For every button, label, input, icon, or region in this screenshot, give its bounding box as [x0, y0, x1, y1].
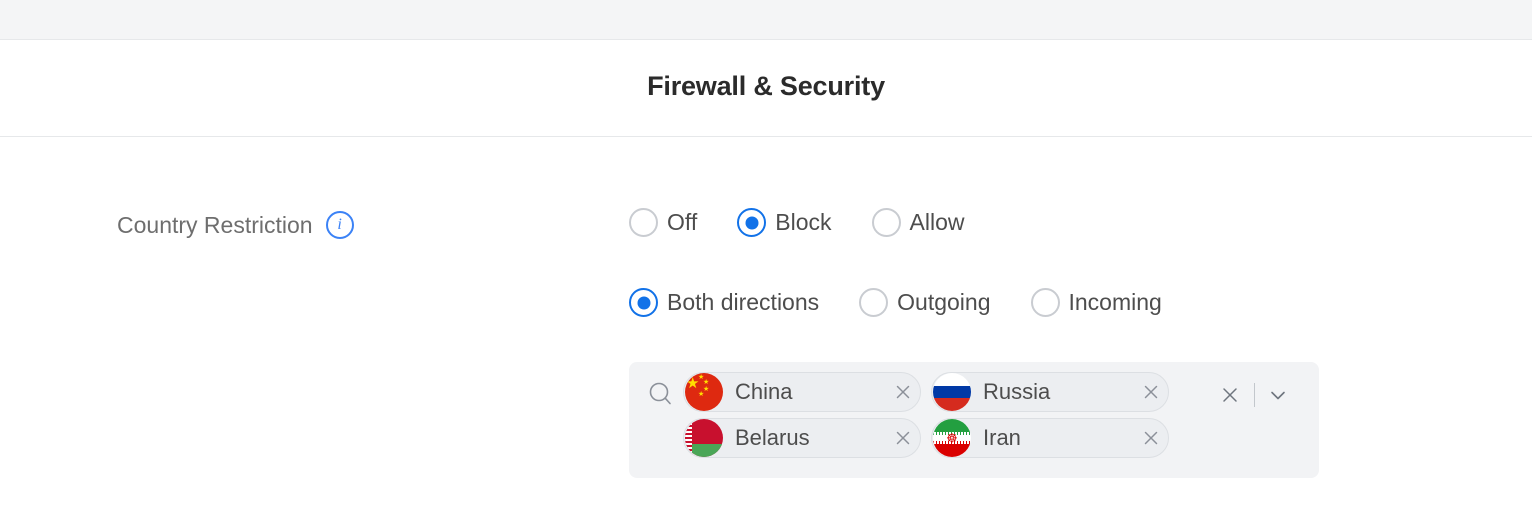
- search-icon: [647, 380, 675, 408]
- radio-circle-block[interactable]: [737, 208, 767, 237]
- country-chip-label: Russia: [983, 379, 1051, 404]
- radio-option-block[interactable]: Block: [737, 208, 832, 237]
- radio-option-incoming[interactable]: Incoming: [1030, 288, 1162, 317]
- radio-circle-both-directions[interactable]: [629, 288, 658, 317]
- country-chip-label: Belarus: [735, 425, 810, 450]
- chip-remove-icon-china[interactable]: [888, 373, 918, 411]
- radio-option-off[interactable]: Off: [629, 208, 697, 237]
- chip-row-2: Belarus ☸ Iran: [683, 418, 1253, 458]
- flag-icon-belarus: [685, 419, 723, 457]
- country-chip-china[interactable]: ★ ★ ★ ★ ★ China: [683, 372, 921, 412]
- actions-divider: [1254, 383, 1255, 407]
- radio-label-incoming: Incoming: [1068, 289, 1162, 315]
- country-multiselect[interactable]: ★ ★ ★ ★ ★ China Russia Belarus ☸ Iran: [629, 362, 1319, 478]
- chip-remove-icon-russia[interactable]: [1136, 373, 1166, 411]
- multiselect-actions: [1215, 382, 1292, 408]
- radio-label-both-directions: Both directions: [667, 289, 820, 315]
- page-header: Firewall & Security: [0, 41, 1532, 137]
- radio-circle-off[interactable]: [629, 208, 658, 237]
- chip-remove-icon-iran[interactable]: [1136, 419, 1166, 457]
- radio-option-both-directions[interactable]: Both directions: [629, 288, 819, 317]
- country-restriction-field-label: Country Restriction i: [117, 211, 354, 239]
- radio-option-allow[interactable]: Allow: [871, 208, 965, 237]
- flag-icon-russia: [933, 373, 971, 411]
- settings-content: Country Restriction i Off Block Allow Bo…: [0, 138, 1532, 506]
- radio-label-block: Block: [775, 209, 832, 235]
- mode-radio-group: Off Block Allow: [629, 208, 964, 237]
- flag-icon-china: ★ ★ ★ ★ ★: [685, 373, 723, 411]
- info-icon[interactable]: i: [325, 211, 354, 239]
- chip-row-1: ★ ★ ★ ★ ★ China Russia: [683, 372, 1253, 412]
- country-chip-russia[interactable]: Russia: [931, 372, 1169, 412]
- country-chip-label: China: [735, 379, 793, 404]
- chip-remove-icon-belarus[interactable]: [888, 419, 918, 457]
- chevron-down-icon[interactable]: [1264, 382, 1292, 408]
- top-bar: [0, 0, 1532, 40]
- field-label-text: Country Restriction: [117, 211, 313, 238]
- radio-circle-outgoing[interactable]: [859, 288, 889, 317]
- radio-label-outgoing: Outgoing: [897, 289, 991, 315]
- page-title: Firewall & Security: [647, 71, 885, 101]
- direction-radio-group: Both directions Outgoing Incoming: [629, 288, 1162, 317]
- radio-option-outgoing[interactable]: Outgoing: [859, 288, 991, 317]
- clear-all-icon[interactable]: [1215, 382, 1245, 408]
- radio-label-allow: Allow: [909, 209, 965, 235]
- country-chip-belarus[interactable]: Belarus: [683, 418, 921, 458]
- country-chip-iran[interactable]: ☸ Iran: [931, 418, 1169, 458]
- selected-country-chips: ★ ★ ★ ★ ★ China Russia Belarus ☸ Iran: [683, 372, 1253, 464]
- radio-label-off: Off: [667, 209, 698, 235]
- radio-circle-incoming[interactable]: [1030, 288, 1060, 317]
- radio-circle-allow[interactable]: [871, 208, 901, 237]
- flag-icon-iran: ☸: [933, 419, 971, 457]
- country-chip-label: Iran: [983, 425, 1021, 450]
